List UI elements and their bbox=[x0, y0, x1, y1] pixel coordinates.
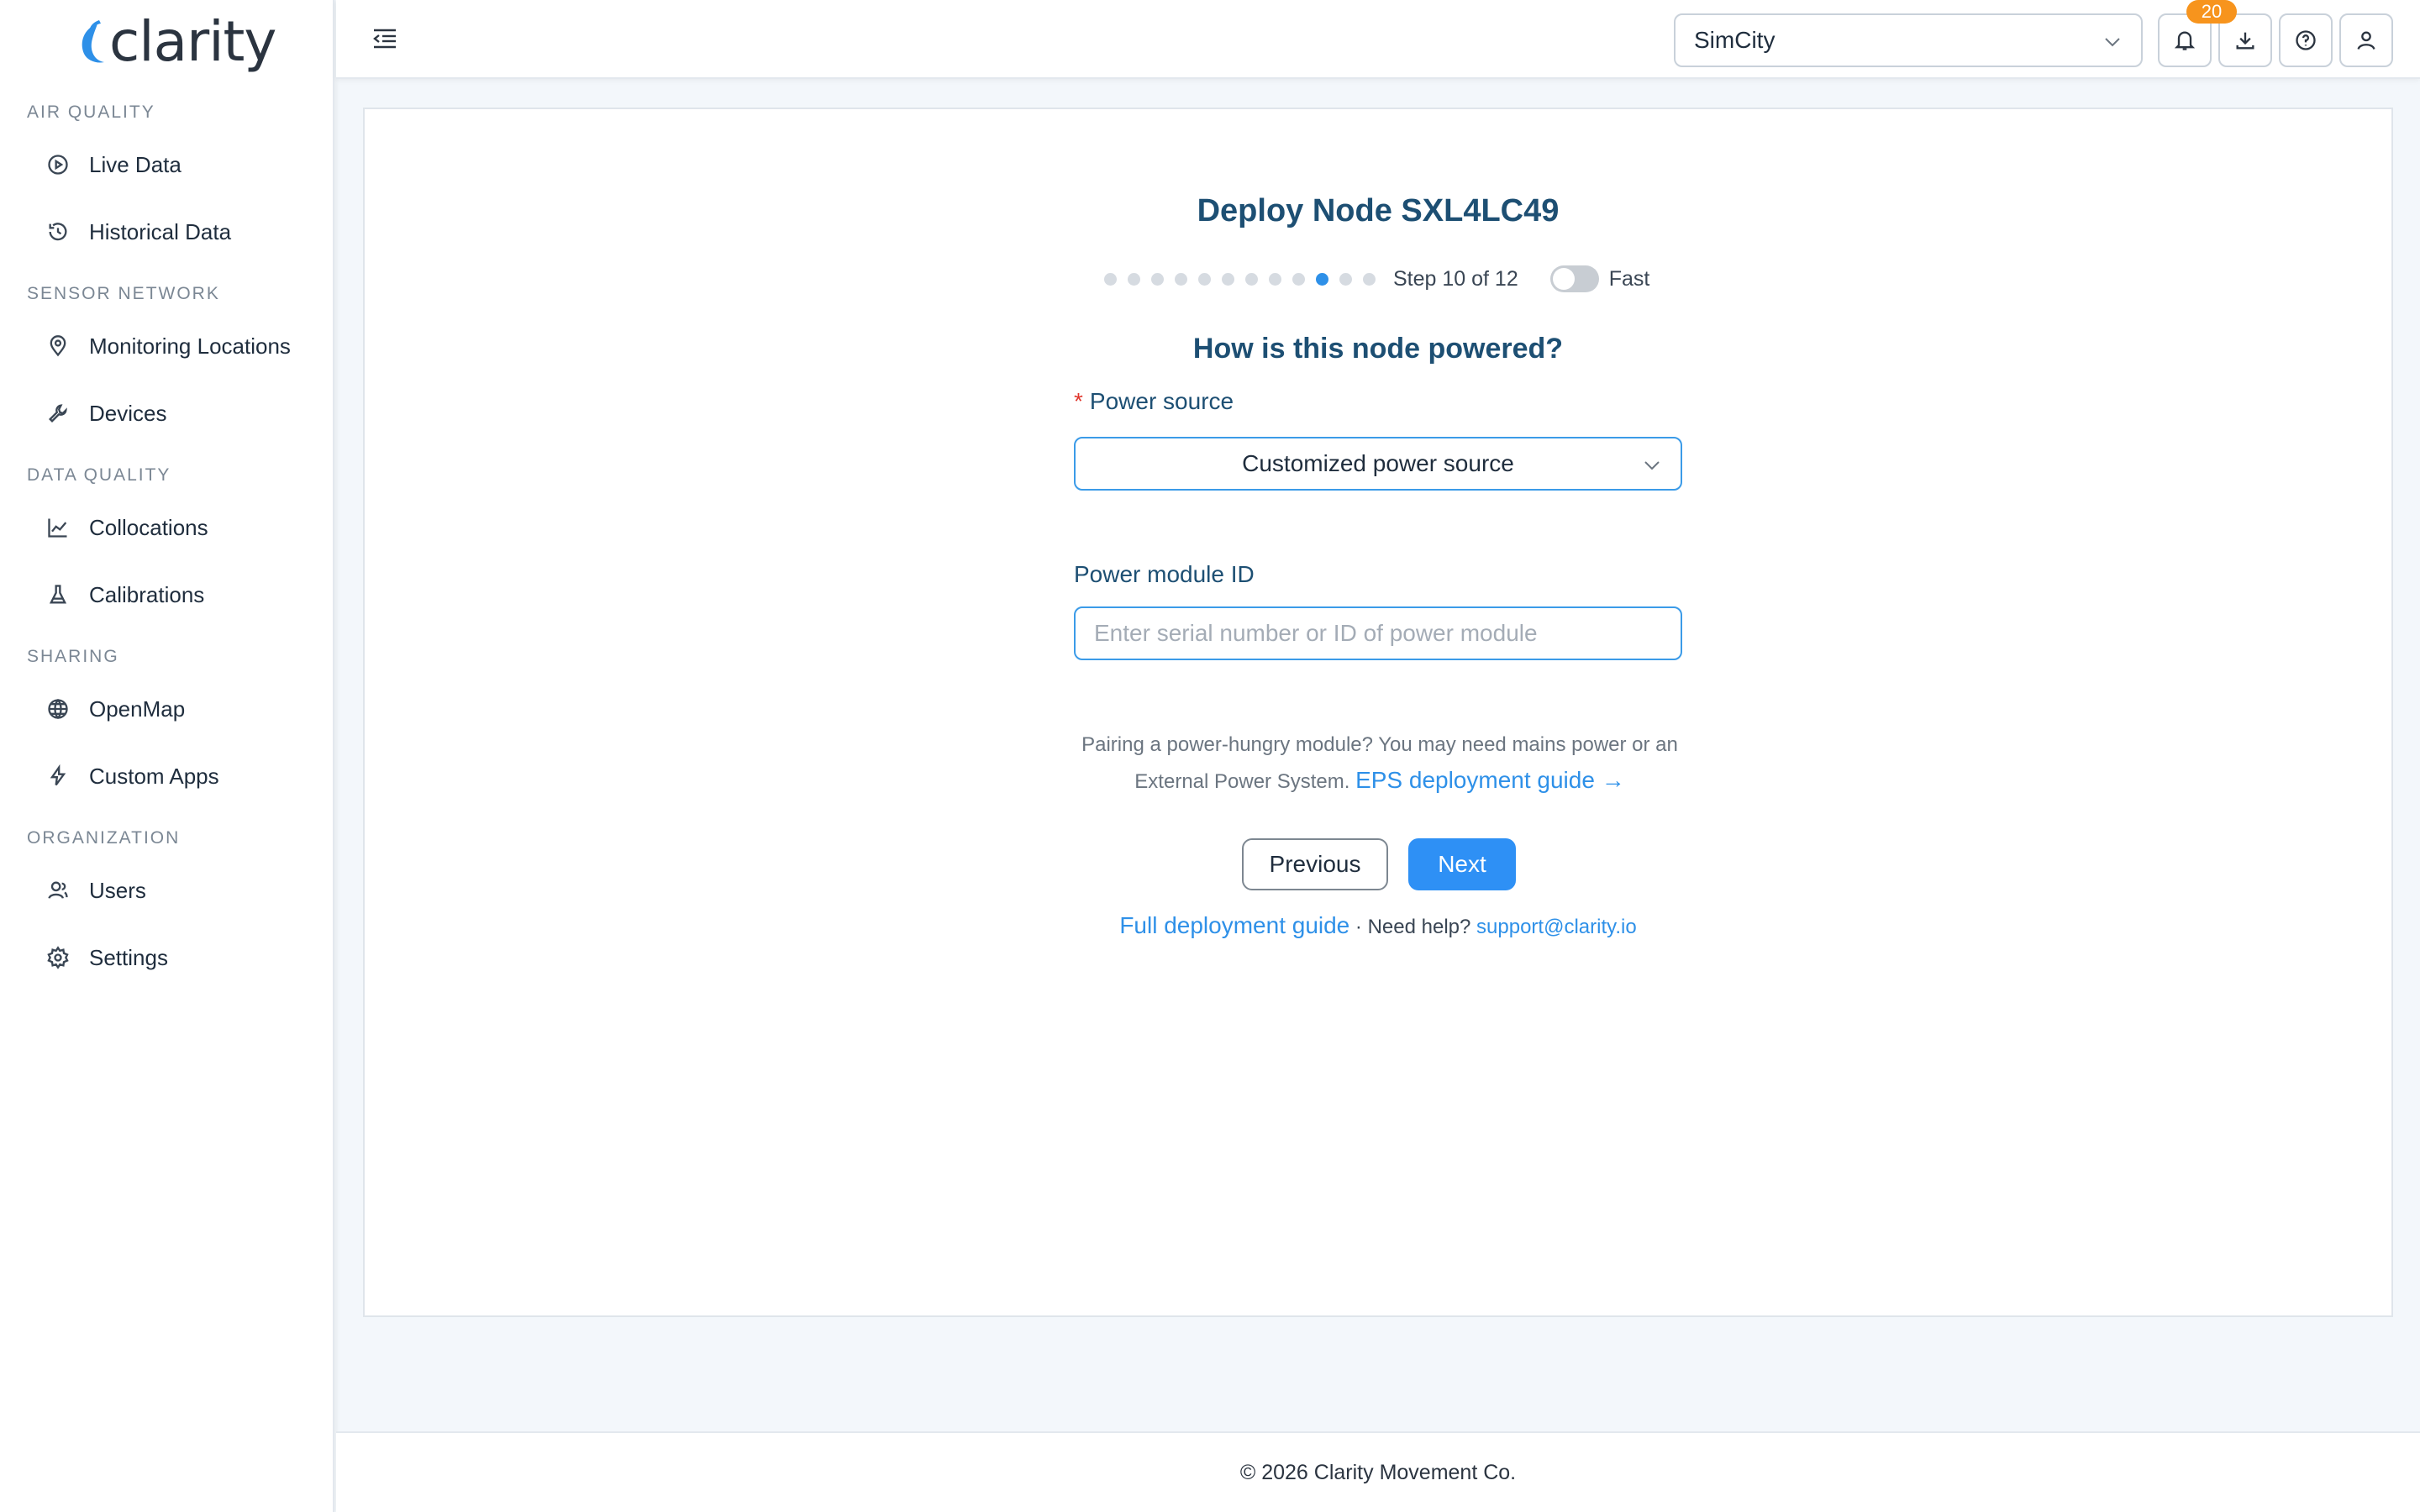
section-title-sharing: SHARING bbox=[27, 647, 119, 666]
power-source-label: * Power source bbox=[1074, 388, 1234, 415]
chevron-down-icon bbox=[2105, 38, 2120, 47]
play-circle-icon bbox=[45, 152, 71, 177]
bolt-icon bbox=[45, 764, 71, 789]
sidebar-item-custom-apps[interactable]: Custom Apps bbox=[0, 747, 333, 806]
required-marker: * bbox=[1074, 388, 1083, 414]
collapse-menu-icon bbox=[373, 29, 396, 49]
flask-icon bbox=[45, 582, 71, 607]
page-footer: © 2026 Clarity Movement Co. bbox=[336, 1431, 2420, 1512]
toggle-knob bbox=[1552, 268, 1575, 290]
step-progress: Step 10 of 12 Fast bbox=[1104, 262, 1649, 296]
step-dot bbox=[1104, 272, 1117, 286]
power-module-id-label: Power module ID bbox=[1074, 561, 1255, 587]
sidebar-item-settings[interactable]: Settings bbox=[0, 928, 333, 987]
step-dots bbox=[1104, 272, 1386, 286]
globe-icon bbox=[45, 696, 71, 722]
sidebar-item-devices[interactable]: Devices bbox=[0, 384, 333, 443]
sidebar-item-label: Monitoring Locations bbox=[89, 333, 291, 359]
sidebar-item-users[interactable]: Users bbox=[0, 861, 333, 920]
power-source-label-text: Power source bbox=[1089, 388, 1234, 414]
support-email-link[interactable]: support@clarity.io bbox=[1476, 916, 1637, 938]
sidebar: clarity AIR QUALITY Live Data Historical… bbox=[0, 0, 334, 1512]
power-module-id-input[interactable] bbox=[1074, 606, 1682, 660]
top-header: SimCity 20 bbox=[336, 0, 2420, 79]
copyright-text: © 2026 Clarity Movement Co. bbox=[1239, 1460, 1517, 1484]
clarity-logo[interactable]: clarity bbox=[74, 8, 276, 76]
section-title-sensor-network: SENSOR NETWORK bbox=[27, 284, 220, 303]
help-icon bbox=[2296, 30, 2316, 50]
sidebar-item-collocations[interactable]: Collocations bbox=[0, 498, 333, 557]
wrench-icon bbox=[45, 401, 71, 426]
gear-icon bbox=[45, 945, 71, 970]
step-dot bbox=[1245, 272, 1258, 286]
full-deployment-guide-link[interactable]: Full deployment guide bbox=[1119, 912, 1349, 938]
eps-deployment-guide-link[interactable]: EPS deployment guide → bbox=[1355, 767, 1625, 793]
line-chart-icon bbox=[45, 515, 71, 540]
sidebar-item-label: Calibrations bbox=[89, 581, 205, 607]
step-dot-current bbox=[1316, 272, 1328, 286]
step-dot bbox=[1269, 272, 1281, 286]
step-question: How is this node powered? bbox=[1192, 333, 1564, 365]
step-dot bbox=[1222, 272, 1234, 286]
step-indicator-text: Step 10 of 12 bbox=[1393, 266, 1518, 291]
user-icon bbox=[2357, 31, 2375, 50]
previous-button[interactable]: Previous bbox=[1242, 838, 1388, 890]
step-dot bbox=[1339, 272, 1352, 286]
bell-icon bbox=[2174, 31, 2196, 50]
sidebar-item-openmap[interactable]: OpenMap bbox=[0, 680, 333, 738]
fast-mode-toggle[interactable] bbox=[1549, 265, 1599, 292]
sidebar-item-label: OpenMap bbox=[89, 696, 186, 722]
sidebar-item-monitoring-locations[interactable]: Monitoring Locations bbox=[0, 317, 333, 375]
map-pin-icon bbox=[45, 333, 71, 359]
brand-name: clarity bbox=[109, 9, 276, 74]
download-icon bbox=[2236, 32, 2254, 50]
user-profile-button[interactable] bbox=[2339, 13, 2393, 67]
step-dot bbox=[1151, 272, 1164, 286]
clarity-logo-icon bbox=[74, 17, 108, 67]
section-title-data-quality: DATA QUALITY bbox=[27, 465, 171, 485]
users-icon bbox=[45, 878, 71, 903]
section-title-air-quality: AIR QUALITY bbox=[27, 102, 155, 122]
organization-select-value: SimCity bbox=[1694, 27, 1776, 53]
sidebar-item-label: Settings bbox=[89, 944, 168, 970]
clock-icon bbox=[45, 219, 71, 244]
step-dot bbox=[1363, 272, 1376, 286]
sidebar-item-calibrations[interactable]: Calibrations bbox=[0, 565, 333, 624]
need-help-text: · Need help? bbox=[1349, 916, 1477, 938]
sidebar-item-live-data[interactable]: Live Data bbox=[0, 135, 333, 194]
step-dot bbox=[1175, 272, 1187, 286]
section-title-organization: ORGANIZATION bbox=[27, 828, 181, 848]
sidebar-item-label: Custom Apps bbox=[89, 763, 219, 789]
deploy-wizard-card: Deploy Node SXL4LC49 Step 10 of 12 Fast … bbox=[363, 108, 2393, 1317]
collapse-menu-button[interactable] bbox=[370, 24, 400, 54]
power-hint-line-1: Pairing a power-hungry module? You may n… bbox=[1081, 733, 1678, 756]
step-dot bbox=[1198, 272, 1211, 286]
sidebar-item-historical-data[interactable]: Historical Data bbox=[0, 202, 333, 261]
next-button[interactable]: Next bbox=[1408, 838, 1516, 890]
fast-mode-label: Fast bbox=[1608, 266, 1650, 291]
help-button[interactable] bbox=[2279, 13, 2333, 67]
sidebar-item-label: Historical Data bbox=[89, 218, 232, 244]
power-hint-text: External Power System. bbox=[1134, 770, 1350, 793]
page-title: Deploy Node SXL4LC49 bbox=[1197, 193, 1560, 228]
notification-count-badge: 20 bbox=[2186, 0, 2237, 24]
sidebar-item-label: Collocations bbox=[89, 514, 208, 540]
sidebar-item-label: Users bbox=[89, 877, 146, 903]
step-dot bbox=[1292, 272, 1305, 286]
power-source-select-value: Customized power source bbox=[1242, 450, 1514, 476]
power-source-select[interactable]: Customized power source bbox=[1074, 437, 1682, 491]
sidebar-item-label: Devices bbox=[89, 400, 167, 426]
sidebar-item-label: Live Data bbox=[89, 151, 182, 177]
help-links: Full deployment guide · Need help? suppo… bbox=[365, 912, 2391, 939]
organization-select[interactable]: SimCity bbox=[1674, 13, 2143, 67]
power-hint-line-2: External Power System. EPS deployment gu… bbox=[1020, 763, 1739, 800]
power-hint: Pairing a power-hungry module? You may n… bbox=[1020, 727, 1739, 800]
step-dot bbox=[1128, 272, 1140, 286]
chevron-down-icon bbox=[1644, 461, 1660, 470]
